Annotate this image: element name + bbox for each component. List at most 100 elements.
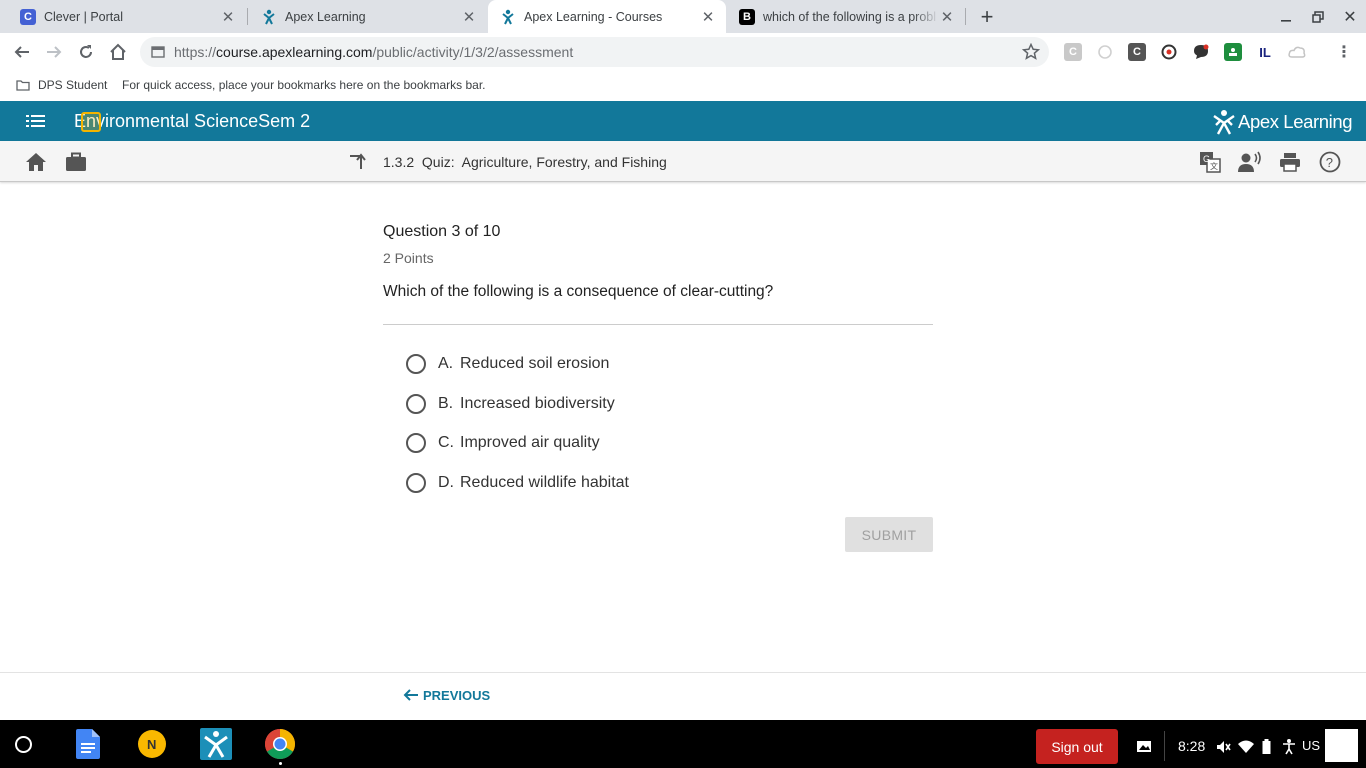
translate-icon[interactable]: G文 <box>1199 151 1221 173</box>
up-arrow-icon[interactable] <box>349 153 367 171</box>
question-points: 2 Points <box>383 250 434 266</box>
accessibility-icon[interactable] <box>1281 738 1297 755</box>
cursor-highlight <box>81 112 101 132</box>
apex-app-icon[interactable] <box>200 728 232 760</box>
wifi-icon[interactable] <box>1238 740 1254 753</box>
radio-button[interactable] <box>406 433 426 453</box>
svg-text:?: ? <box>1326 155 1333 170</box>
option-text: Reduced wildlife habitat <box>460 474 629 491</box>
text-to-speech-icon[interactable] <box>1238 151 1262 173</box>
close-tab-icon[interactable]: ✕ <box>700 9 716 26</box>
tab-title: Apex Learning - Courses <box>524 9 663 24</box>
previous-button[interactable]: PREVIOUS <box>403 687 490 703</box>
extension-target-icon[interactable] <box>1160 43 1178 61</box>
question-counter: Question 3 of 10 <box>383 223 501 240</box>
extension-loading-icon[interactable] <box>1096 43 1114 61</box>
option-letter: D. <box>438 474 454 491</box>
option-text: Improved air quality <box>460 434 600 451</box>
activity-toolbar: 1.3.2 Quiz: Agriculture, Forestry, and F… <box>0 141 1366 182</box>
tab-strip: C Clever | Portal ✕ Apex Learning ✕ Apex… <box>0 0 1366 33</box>
minimize-icon[interactable] <box>1270 0 1302 33</box>
launcher-icon[interactable] <box>15 736 32 753</box>
answer-option-b[interactable]: B. Increased biodiversity <box>406 392 615 416</box>
restore-icon[interactable] <box>1302 0 1334 33</box>
apex-favicon-icon <box>261 9 277 25</box>
extension-il-icon[interactable]: IL <box>1256 43 1274 61</box>
url-scheme: https:// <box>174 44 217 60</box>
reload-icon[interactable] <box>73 39 99 65</box>
course-header: Environmental ScienceSem 2 Apex Learning <box>0 101 1366 141</box>
brainly-favicon-icon: B <box>739 8 755 25</box>
close-tab-icon[interactable]: ✕ <box>939 9 955 26</box>
chrome-menu-icon[interactable]: ⋮ <box>1335 43 1353 61</box>
home-icon[interactable] <box>105 39 131 65</box>
activity-type: Quiz: <box>421 154 455 170</box>
clever-favicon-icon: C <box>20 8 36 25</box>
extension-c-dark-icon[interactable]: C <box>1128 43 1146 61</box>
keyboard-locale[interactable]: US <box>1302 738 1320 753</box>
tab-title: Clever | Portal <box>44 9 123 24</box>
previous-label: PREVIOUS <box>423 687 491 703</box>
tab-apex-courses[interactable]: Apex Learning - Courses ✕ <box>488 0 726 33</box>
sign-out-button[interactable]: Sign out <box>1036 729 1118 764</box>
print-icon[interactable] <box>1279 152 1301 172</box>
menu-list-icon[interactable] <box>26 113 46 129</box>
tab-clever-portal[interactable]: C Clever | Portal ✕ <box>8 0 246 33</box>
chrome-icon[interactable] <box>264 728 296 760</box>
battery-icon[interactable] <box>1262 739 1271 754</box>
answer-option-d[interactable]: D. Reduced wildlife habitat <box>406 471 629 495</box>
tab-apex-learning[interactable]: Apex Learning ✕ <box>249 0 487 33</box>
screenshot-icon[interactable] <box>1136 739 1152 753</box>
browser-toolbar: https://course.apexlearning.com/public/a… <box>0 33 1366 71</box>
google-docs-icon[interactable] <box>72 728 104 760</box>
home-icon[interactable] <box>25 152 47 172</box>
arrow-left-icon <box>403 687 419 703</box>
close-tab-icon[interactable]: ✕ <box>461 9 477 26</box>
forward-icon[interactable] <box>41 39 67 65</box>
back-icon[interactable] <box>9 39 35 65</box>
tab-title: Apex Learning <box>285 9 366 24</box>
question-divider <box>383 324 933 325</box>
close-tab-icon[interactable]: ✕ <box>220 9 236 26</box>
activity-number: 1.3.2 <box>383 154 415 170</box>
running-indicator <box>279 762 282 765</box>
extension-c-gray-icon[interactable]: C <box>1064 43 1082 61</box>
bookmark-star-icon[interactable] <box>1022 43 1040 61</box>
activity-name: Agriculture, Forestry, and Fishing <box>461 154 667 170</box>
extension-chat-icon[interactable] <box>1192 43 1210 61</box>
submit-button[interactable]: SUBMIT <box>845 517 933 552</box>
option-text: Reduced soil erosion <box>460 355 610 372</box>
url-host: course.apexlearning.com <box>216 44 373 60</box>
new-tab-icon[interactable]: + <box>971 0 1003 33</box>
norton-app-icon[interactable]: N <box>136 728 168 760</box>
option-letter: C. <box>438 434 454 451</box>
clock[interactable]: 8:28 <box>1178 738 1205 754</box>
shelf-divider <box>1164 731 1165 761</box>
answer-option-c[interactable]: C. Improved air quality <box>406 431 600 455</box>
svg-text:文: 文 <box>1210 161 1218 171</box>
page-info-icon[interactable] <box>151 45 165 59</box>
question-prompt: Which of the following is a consequence … <box>383 283 774 300</box>
folder-icon <box>16 79 30 91</box>
volume-muted-icon[interactable] <box>1215 739 1231 755</box>
option-text: Increased biodiversity <box>460 395 615 412</box>
answer-option-a[interactable]: A. Reduced soil erosion <box>406 352 609 376</box>
option-letter: A. <box>438 355 454 372</box>
apex-favicon-icon <box>500 9 516 25</box>
radio-button[interactable] <box>406 394 426 414</box>
radio-button[interactable] <box>406 473 426 493</box>
bookmarks-bar: DPS Student For quick access, place your… <box>0 71 1366 101</box>
google-classroom-icon[interactable] <box>1224 43 1242 61</box>
address-bar[interactable]: https://course.apexlearning.com/public/a… <box>140 37 1049 67</box>
bookmark-folder-dps-student[interactable]: DPS Student <box>38 78 107 92</box>
close-window-icon[interactable]: ✕ <box>1334 0 1366 33</box>
tab-separator <box>965 8 966 25</box>
extension-cloud-icon[interactable] <box>1288 43 1306 61</box>
course-title: Environmental ScienceSem 2 <box>74 111 311 131</box>
briefcase-icon[interactable] <box>65 152 87 172</box>
apex-logo-icon <box>1212 109 1236 135</box>
radio-button[interactable] <box>406 354 426 374</box>
avatar[interactable] <box>1325 729 1358 762</box>
help-icon[interactable]: ? <box>1319 151 1341 173</box>
tab-brainly-search[interactable]: B which of the following is a probl ✕ <box>727 0 965 33</box>
